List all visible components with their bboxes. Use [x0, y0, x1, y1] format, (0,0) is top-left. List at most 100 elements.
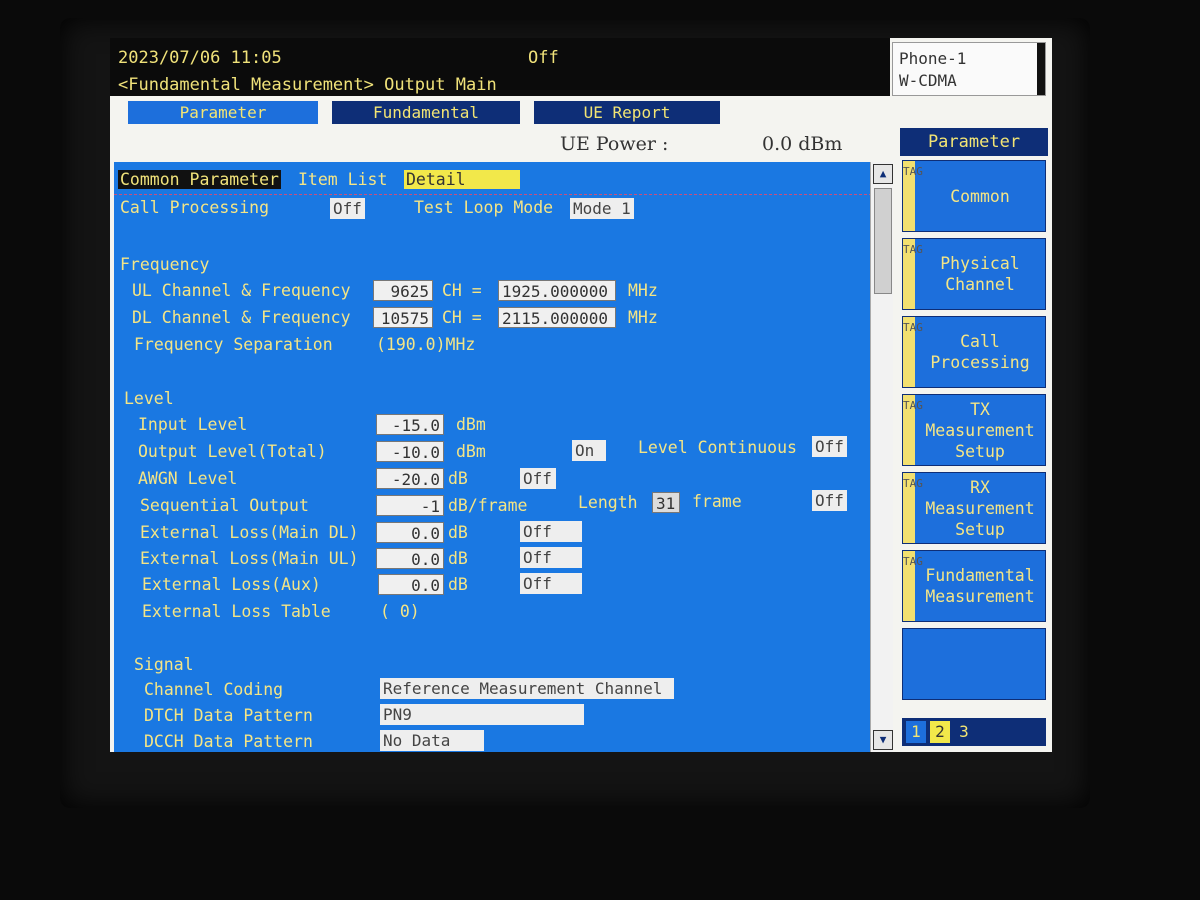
external-loss-table-label: External Loss Table	[142, 602, 331, 621]
tag-marker: TAG	[903, 473, 923, 543]
detail-selector[interactable]: Detail	[404, 170, 520, 189]
external-loss-ul-unit: dB	[448, 549, 468, 568]
external-loss-table-value[interactable]: ( 0)	[380, 602, 420, 621]
softkey-rx-measurement-setup[interactable]: TAG RX Measurement Setup	[902, 472, 1046, 544]
item-list-label[interactable]: Item List	[298, 170, 387, 189]
channel-coding-field[interactable]: Reference Measurement Channel	[380, 678, 674, 699]
output-level-label: Output Level(Total)	[138, 442, 327, 461]
page-1-button[interactable]: 1	[906, 721, 926, 743]
softkey-physical-channel[interactable]: TAG Physical Channel	[902, 238, 1046, 310]
level-heading: Level	[124, 389, 174, 408]
system-label: W-CDMA	[899, 71, 957, 90]
softkey-label	[917, 629, 1043, 699]
external-loss-aux-input[interactable]: 0.0	[378, 574, 444, 595]
tab-ue-report[interactable]: UE Report	[534, 101, 720, 124]
awgn-level-unit: dB	[448, 469, 468, 488]
test-loop-mode-label: Test Loop Mode	[414, 198, 554, 217]
tab-parameter[interactable]: Parameter	[128, 101, 318, 124]
awgn-level-label: AWGN Level	[138, 469, 238, 488]
sequential-output-label: Sequential Output	[140, 496, 309, 515]
parameter-panel: Common Parameter Item List Detail Call P…	[114, 162, 872, 752]
softkey-label: TX Measurement Setup	[925, 399, 1035, 461]
softkey-blank[interactable]	[902, 628, 1046, 700]
softkey-tx-measurement-setup[interactable]: TAG TX Measurement Setup	[902, 394, 1046, 466]
scroll-thumb[interactable]	[874, 188, 892, 294]
ue-power-label: UE Power :	[560, 133, 669, 155]
tag-marker: TAG	[903, 551, 923, 621]
tag-marker: TAG	[903, 239, 923, 309]
ue-power-value: 0.0 dBm	[762, 133, 843, 155]
external-loss-dl-label: External Loss(Main DL)	[140, 523, 359, 542]
instrument-screen: 2023/07/06 11:05 Off <Fundamental Measur…	[110, 38, 1052, 752]
triangle-down-icon[interactable]: ▼	[873, 730, 893, 750]
frequency-separation-label: Frequency Separation	[134, 335, 333, 354]
input-level-unit: dBm	[456, 415, 486, 434]
level-continuous-label: Level Continuous	[638, 438, 797, 457]
test-loop-mode-field[interactable]: Mode 1	[570, 198, 634, 219]
external-loss-aux-label: External Loss(Aux)	[142, 575, 321, 594]
external-loss-aux-unit: dB	[448, 575, 468, 594]
output-level-input[interactable]: -10.0	[376, 441, 444, 462]
page-3-button[interactable]: 3	[954, 721, 974, 743]
screen-path: <Fundamental Measurement> Output Main	[118, 75, 497, 95]
frequency-separation-value: (190.0)MHz	[376, 335, 476, 354]
ul-frequency-unit: MHz	[628, 281, 658, 300]
tab-bar: Parameter Fundamental UE Report	[110, 98, 1052, 128]
call-processing-toggle[interactable]: Off	[330, 198, 365, 219]
length-label: Length	[578, 493, 638, 512]
external-loss-dl-unit: dB	[448, 523, 468, 542]
softkey-label: Call Processing	[930, 332, 1030, 372]
sequential-output-input[interactable]: -1	[376, 495, 444, 516]
length-input[interactable]: 31	[652, 492, 680, 513]
phone-system-box: Phone-1 W-CDMA	[892, 42, 1046, 96]
phone-box-marker	[1037, 43, 1045, 95]
dcch-data-pattern-field[interactable]: No Data	[380, 730, 484, 751]
length-unit: frame	[692, 492, 742, 511]
tag-marker: TAG	[903, 395, 923, 465]
dl-channel-input[interactable]: 10575	[373, 307, 433, 328]
vertical-scrollbar[interactable]: ▲ ▼	[870, 162, 893, 752]
dl-ch-eq: CH =	[442, 308, 482, 327]
awgn-level-toggle[interactable]: Off	[520, 468, 556, 489]
page-2-button[interactable]: 2	[930, 721, 950, 743]
input-level-input[interactable]: -15.0	[376, 414, 444, 435]
softkey-label: Fundamental Measurement	[925, 566, 1035, 606]
tag-marker: TAG	[903, 317, 923, 387]
external-loss-ul-toggle[interactable]: Off	[520, 547, 582, 568]
datetime: 2023/07/06 11:05	[118, 48, 282, 68]
ul-frequency-input[interactable]: 1925.000000	[498, 280, 616, 301]
dl-frequency-unit: MHz	[628, 308, 658, 327]
triangle-up-icon[interactable]: ▲	[873, 164, 893, 184]
level-continuous-toggle[interactable]: Off	[812, 436, 847, 457]
channel-coding-label: Channel Coding	[144, 680, 284, 699]
dtch-data-pattern-label: DTCH Data Pattern	[144, 706, 313, 725]
softkey-common[interactable]: TAG Common	[902, 160, 1046, 232]
external-loss-dl-toggle[interactable]: Off	[520, 521, 582, 542]
external-loss-aux-toggle[interactable]: Off	[520, 573, 582, 594]
softkey-label: RX Measurement Setup	[925, 477, 1035, 539]
sequential-output-toggle[interactable]: Off	[812, 490, 847, 511]
phone-label: Phone-1	[899, 49, 967, 68]
softkey-menu: Parameter TAG Common TAG Physical Channe…	[900, 128, 1048, 750]
softkey-label: Physical Channel	[940, 254, 1020, 294]
dtch-data-pattern-field[interactable]: PN9	[380, 704, 584, 725]
external-loss-ul-input[interactable]: 0.0	[376, 548, 444, 569]
output-level-toggle[interactable]: On	[572, 440, 606, 461]
awgn-level-input[interactable]: -20.0	[376, 468, 444, 489]
common-parameter-tab[interactable]: Common Parameter	[118, 170, 281, 189]
ue-power-bar: UE Power : 0.0 dBm	[110, 130, 890, 160]
tab-fundamental[interactable]: Fundamental	[332, 101, 520, 124]
dl-frequency-input[interactable]: 2115.000000	[498, 307, 616, 328]
ul-channel-label: UL Channel & Frequency	[132, 281, 351, 300]
softkey-call-processing[interactable]: TAG Call Processing	[902, 316, 1046, 388]
external-loss-dl-input[interactable]: 0.0	[376, 522, 444, 543]
status-header: 2023/07/06 11:05 Off <Fundamental Measur…	[110, 38, 890, 96]
output-level-unit: dBm	[456, 442, 486, 461]
dcch-data-pattern-label: DCCH Data Pattern	[144, 732, 313, 751]
softkey-fundamental-measurement[interactable]: TAG Fundamental Measurement	[902, 550, 1046, 622]
input-level-label: Input Level	[138, 415, 248, 434]
call-processing-label: Call Processing	[120, 198, 270, 217]
output-status: Off	[528, 48, 559, 68]
ul-channel-input[interactable]: 9625	[373, 280, 433, 301]
dl-channel-label: DL Channel & Frequency	[132, 308, 351, 327]
